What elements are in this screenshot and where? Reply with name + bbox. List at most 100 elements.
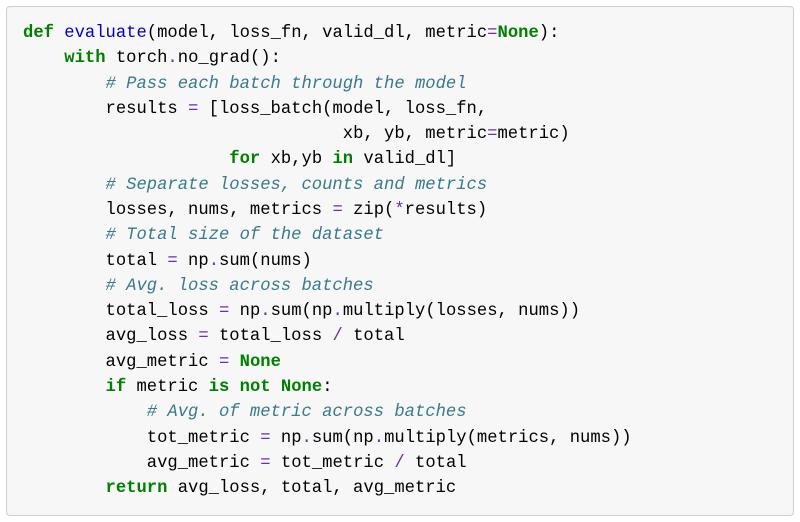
indent (23, 150, 229, 169)
code-line: avg_loss = total_loss / total (23, 327, 405, 346)
operator-slash: / (332, 327, 342, 346)
text: total_loss (106, 302, 219, 321)
text: xb,yb (260, 150, 332, 169)
keyword-for: for (229, 150, 260, 169)
operator-dot: . (332, 302, 342, 321)
text: torch (106, 49, 168, 68)
operator-eq: = (188, 100, 198, 119)
indent (23, 100, 106, 119)
code-line: # Avg. loss across batches (23, 277, 374, 296)
space (229, 378, 239, 397)
indent (23, 454, 147, 473)
operator-slash: / (394, 454, 404, 473)
text: total (106, 252, 168, 271)
keyword-return: return (106, 479, 168, 498)
signature: (model, loss_fn, valid_dl, metric (147, 24, 487, 43)
code-line: total = np.sum(nums) (23, 252, 312, 271)
code-line: tot_metric = np.sum(np.multiply(metrics,… (23, 429, 632, 448)
text: avg_loss (106, 327, 199, 346)
text: tot_metric (147, 429, 260, 448)
text: results (106, 100, 189, 119)
comment: # Separate losses, counts and metrics (106, 176, 488, 195)
keyword-not: not (240, 378, 271, 397)
text: avg_metric (106, 353, 219, 372)
text: np (229, 302, 260, 321)
text: [loss_batch(model, loss_fn, (198, 100, 487, 119)
text: np (271, 429, 302, 448)
indent (23, 252, 106, 271)
code-line: # Total size of the dataset (23, 226, 384, 245)
code-block: def evaluate(model, loss_fn, valid_dl, m… (6, 6, 794, 516)
operator-eq: = (198, 327, 208, 346)
text: metric (126, 378, 209, 397)
indent (23, 277, 106, 296)
colon: : (322, 378, 332, 397)
space (271, 378, 281, 397)
code-line: losses, nums, metrics = zip(*results) (23, 201, 487, 220)
indent (23, 302, 106, 321)
code-line: def evaluate(model, loss_fn, valid_dl, m… (23, 24, 559, 43)
operator-eq: = (260, 429, 270, 448)
indent (23, 353, 106, 372)
text: metric) (497, 125, 569, 144)
code-line: # Separate losses, counts and metrics (23, 176, 487, 195)
operator-dot: . (167, 49, 177, 68)
code-line: total_loss = np.sum(np.multiply(losses, … (23, 302, 580, 321)
code-line: for xb,yb in valid_dl] (23, 150, 456, 169)
text: zip( (343, 201, 395, 220)
code-line: return avg_loss, total, avg_metric (23, 479, 456, 498)
text: multiply(losses, nums)) (343, 302, 580, 321)
text: avg_loss, total, avg_metric (167, 479, 456, 498)
indent (23, 327, 106, 346)
text: avg_metric (147, 454, 260, 473)
operator-eq: = (219, 353, 229, 372)
space (229, 353, 239, 372)
none-literal: None (281, 378, 322, 397)
operator-eq: = (332, 201, 342, 220)
code-line: if metric is not None: (23, 378, 333, 397)
code-line: results = [loss_batch(model, loss_fn, (23, 100, 487, 119)
none-literal: None (498, 24, 539, 43)
comment: # Avg. loss across batches (106, 277, 374, 296)
keyword-with: with (64, 49, 105, 68)
indent (23, 201, 106, 220)
text: multiply(metrics, nums)) (384, 429, 632, 448)
indent (23, 176, 106, 195)
operator-dot: . (374, 429, 384, 448)
indent (23, 125, 343, 144)
comment: # Total size of the dataset (106, 226, 384, 245)
keyword-is: is (209, 378, 230, 397)
text: total (405, 454, 467, 473)
operator-dot: . (209, 252, 219, 271)
text: valid_dl] (353, 150, 456, 169)
text: total_loss (209, 327, 333, 346)
code-line: avg_metric = tot_metric / total (23, 454, 467, 473)
indent (23, 429, 147, 448)
function-name: evaluate (64, 24, 147, 43)
code-line: with torch.no_grad(): (23, 49, 281, 68)
indent (23, 49, 64, 68)
operator-dot: . (302, 429, 312, 448)
text: no_grad(): (178, 49, 281, 68)
code-line: xb, yb, metric=metric) (23, 125, 570, 144)
text: sum(nums) (219, 252, 312, 271)
comment: # Pass each batch through the model (106, 75, 467, 94)
keyword-def: def (23, 24, 54, 43)
none-literal: None (240, 353, 281, 372)
indent (23, 226, 106, 245)
text: xb, yb, metric (343, 125, 487, 144)
text: tot_metric (271, 454, 395, 473)
keyword-in: in (332, 150, 353, 169)
text: losses, nums, metrics (106, 201, 333, 220)
operator-eq: = (167, 252, 177, 271)
text: sum(np (312, 429, 374, 448)
indent (23, 403, 147, 422)
signature-end: ): (539, 24, 560, 43)
indent (23, 479, 106, 498)
operator-dot: . (260, 302, 270, 321)
operator-eq: = (219, 302, 229, 321)
indent (23, 378, 106, 397)
code-line: # Pass each batch through the model (23, 75, 467, 94)
operator-eq: = (260, 454, 270, 473)
operator-star: * (394, 201, 404, 220)
